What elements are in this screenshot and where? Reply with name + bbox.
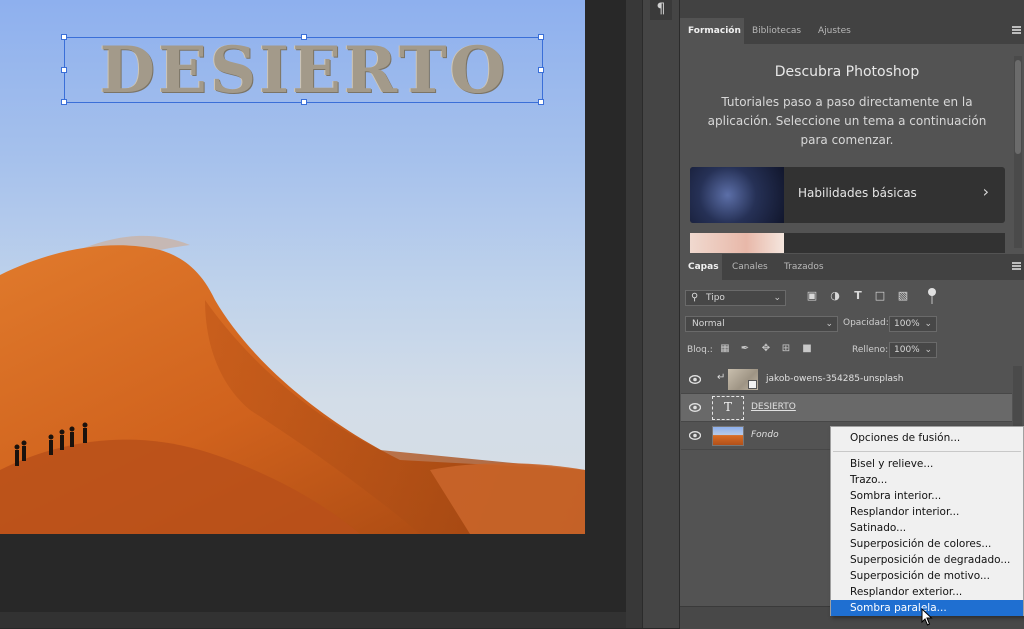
layer-name: DESIERTO: [751, 402, 796, 412]
menu-item-inner-shadow[interactable]: Sombra interior...: [831, 488, 1023, 504]
learn-panel-description: Tutoriales paso a paso directamente en l…: [707, 95, 987, 147]
opacity-label: Opacidad:: [843, 318, 889, 328]
mouse-cursor-icon: [921, 608, 933, 626]
lock-transparent-pixels-icon[interactable]: ▦: [719, 343, 731, 355]
lock-position-icon[interactable]: ✥: [760, 343, 772, 355]
image-filter-icon[interactable]: ▣: [806, 290, 818, 302]
panel-menu-icon[interactable]: [1012, 26, 1021, 34]
smart-object-filter-icon[interactable]: ▧: [897, 290, 909, 302]
menu-item-blending-options[interactable]: Opciones de fusión...: [831, 430, 1023, 446]
transform-bounding-box[interactable]: [61, 34, 544, 105]
menu-separator: [833, 451, 1021, 452]
transform-handle-br[interactable]: [538, 99, 544, 105]
document-canvas[interactable]: DESIERTO: [0, 0, 585, 534]
text-layer-icon: T: [724, 400, 733, 414]
chevron-right-icon: ›: [982, 182, 989, 201]
layer-row[interactable]: T DESIERTO: [681, 394, 1012, 422]
layer-row[interactable]: ↵ jakob-owens-354285-unsplash: [681, 366, 1012, 394]
transform-handle-tl[interactable]: [61, 34, 67, 40]
fill-input[interactable]: 100% ⌄: [889, 342, 937, 358]
tab-canales[interactable]: Canales: [724, 254, 774, 280]
menu-item-outer-glow[interactable]: Resplandor exterior...: [831, 584, 1023, 600]
menu-item-bevel-emboss[interactable]: Bisel y relieve...: [831, 456, 1023, 472]
transform-handle-tr[interactable]: [538, 34, 544, 40]
filter-toggle-switch[interactable]: [928, 288, 936, 304]
chevron-down-icon: ⌄: [773, 293, 781, 303]
tab-formacion[interactable]: Formación: [680, 18, 744, 44]
opacity-value: 100%: [894, 319, 920, 329]
transform-handle-ml[interactable]: [61, 67, 67, 73]
opacity-input[interactable]: 100% ⌄: [889, 316, 937, 332]
eye-icon[interactable]: [689, 431, 701, 440]
menu-item-color-overlay[interactable]: Superposición de colores...: [831, 536, 1023, 552]
adjustment-filter-icon[interactable]: ◑: [829, 290, 841, 302]
panel-gutter: [626, 0, 642, 628]
menu-item-pattern-overlay[interactable]: Superposición de motivo...: [831, 568, 1023, 584]
layer-filter-select[interactable]: ⚲ Tipo ⌄: [685, 290, 786, 306]
type-filter-icon[interactable]: T: [852, 290, 864, 302]
lock-image-pixels-icon[interactable]: ✒: [739, 343, 751, 355]
panel-top-strip: [680, 0, 1024, 18]
layers-panel-menu-icon[interactable]: [1012, 262, 1021, 270]
blend-mode-value: Normal: [692, 319, 725, 329]
learn-scrollbar-thumb[interactable]: [1015, 60, 1021, 154]
tab-trazados[interactable]: Trazados: [776, 254, 832, 280]
text-layer-thumbnail: T: [712, 396, 744, 420]
tutorial-card-basic-skills[interactable]: Habilidades básicas ›: [690, 167, 1005, 223]
chevron-down-icon: ⌄: [924, 345, 932, 355]
menu-item-stroke[interactable]: Trazo...: [831, 472, 1023, 488]
menu-item-satin[interactable]: Satinado...: [831, 520, 1023, 536]
tutorial-card-label: Habilidades básicas: [798, 186, 917, 200]
status-bar: [0, 612, 626, 628]
menu-item-gradient-overlay[interactable]: Superposición de degradado...: [831, 552, 1023, 568]
eye-icon[interactable]: [689, 375, 701, 384]
transform-handle-bl[interactable]: [61, 99, 67, 105]
transform-handle-bm[interactable]: [301, 99, 307, 105]
lock-artboard-icon[interactable]: ⊞: [780, 343, 792, 355]
tab-bibliotecas[interactable]: Bibliotecas: [744, 18, 810, 44]
layers-panel-tabbar: Capas Canales Trazados: [680, 254, 1024, 280]
layer-name: jakob-owens-354285-unsplash: [766, 374, 904, 384]
layer-thumbnail: [712, 426, 744, 446]
search-icon: ⚲: [691, 292, 699, 303]
layer-name: Fondo: [751, 430, 779, 440]
clipping-arrow-icon: ↵: [717, 372, 726, 383]
smart-object-badge-icon: [748, 380, 757, 389]
layer-thumbnail: [728, 369, 758, 390]
fill-value: 100%: [894, 345, 920, 355]
layer-style-context-menu: Opciones de fusión... Bisel y relieve...…: [830, 426, 1024, 616]
collapsed-panel-dock: [642, 0, 680, 628]
blend-mode-select[interactable]: Normal ⌄: [685, 316, 838, 332]
transform-handle-mr[interactable]: [538, 67, 544, 73]
chevron-down-icon: ⌄: [825, 319, 833, 329]
transform-handle-tm[interactable]: [301, 34, 307, 40]
paragraph-panel-button[interactable]: ¶: [650, 0, 672, 20]
tutorial-card-2[interactable]: [690, 233, 1005, 253]
tab-capas[interactable]: Capas: [680, 254, 722, 280]
lock-label: Bloq.:: [687, 345, 713, 355]
tutorial-thumbnail: [690, 167, 784, 223]
shape-filter-icon[interactable]: □: [874, 290, 886, 302]
learn-panel-title: Descubra Photoshop: [774, 64, 920, 80]
learn-panel-tabbar: Formación Bibliotecas Ajustes: [680, 18, 1024, 44]
tutorial-thumbnail-2: [690, 233, 784, 253]
layer-filter-value: Tipo: [706, 293, 725, 303]
fill-label: Relleno:: [852, 345, 889, 355]
lock-all-icon[interactable]: ■: [801, 343, 813, 355]
chevron-down-icon: ⌄: [924, 319, 932, 329]
tab-ajustes[interactable]: Ajustes: [810, 18, 858, 44]
menu-item-inner-glow[interactable]: Resplandor interior...: [831, 504, 1023, 520]
eye-icon[interactable]: [689, 403, 701, 412]
